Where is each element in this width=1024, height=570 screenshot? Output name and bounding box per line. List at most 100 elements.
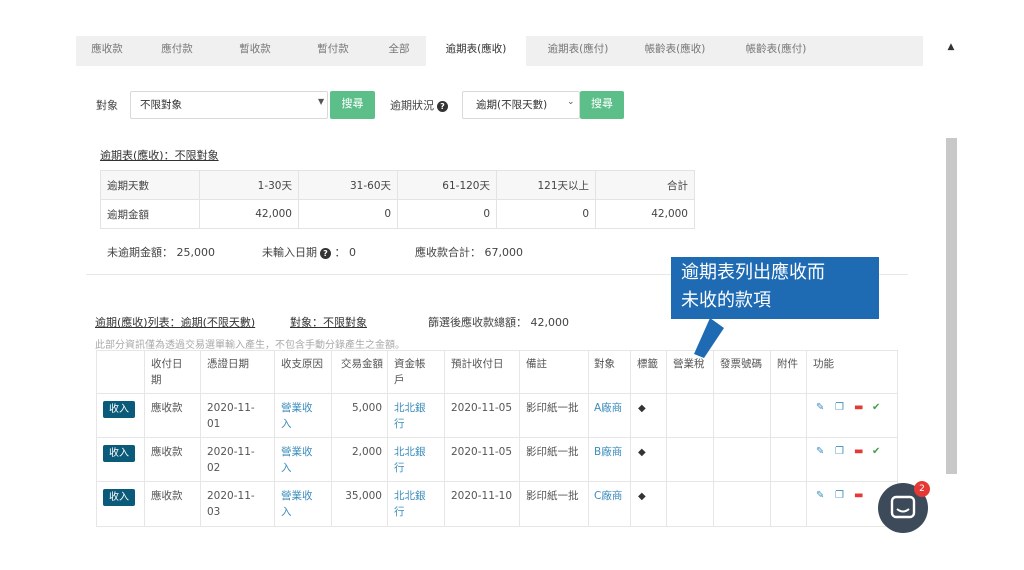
overdue-chevron-down-icon: ⌄ bbox=[567, 97, 575, 107]
question-circle-icon[interactable]: ? bbox=[320, 247, 331, 259]
summary-amount-cell: 42,000 bbox=[199, 199, 299, 229]
edit-icon[interactable]: ✎ bbox=[816, 402, 824, 414]
overdue-status-label: 逾期狀況? bbox=[390, 97, 448, 113]
row-target-link[interactable]: C廠商 bbox=[594, 488, 622, 504]
table-row[interactable]: 收入 應收款 2020-11-03 營業收入 35,000 北北銀行 2020-… bbox=[96, 481, 898, 527]
summary-amount-cell: 0 bbox=[298, 199, 398, 229]
target-label: 對象 bbox=[96, 99, 118, 112]
chat-unread-badge: 2 bbox=[914, 481, 930, 497]
summary-header-cell: 31-60天 bbox=[298, 170, 398, 200]
row-expected-date: 2020-11-05 bbox=[451, 446, 513, 458]
row-type: 應收款 bbox=[151, 490, 183, 502]
copy-icon[interactable]: ❐ bbox=[835, 490, 844, 502]
row-reason-link[interactable]: 營業收入 bbox=[281, 400, 321, 432]
summary-amount-row: 逾期金額 42,000 0 0 0 42,000 bbox=[100, 199, 695, 229]
row-account-link[interactable]: 北北銀行 bbox=[394, 400, 426, 432]
no-date-label: 未輸入日期 bbox=[262, 246, 317, 259]
column-header: 資金帳戶 bbox=[394, 358, 426, 386]
tab-temp-paid[interactable]: 暫付款 bbox=[294, 36, 372, 66]
receivable-total: 應收款合計： 67,000 bbox=[415, 246, 523, 259]
table-row[interactable]: 收入 應收款 2020-11-02 營業收入 2,000 北北銀行 2020-1… bbox=[96, 437, 898, 482]
column-header: 憑證日期 bbox=[207, 358, 249, 370]
column-header: 發票號碼 bbox=[720, 358, 762, 370]
table-row[interactable]: 收入 應收款 2020-11-01 營業收入 5,000 北北銀行 2020-1… bbox=[96, 393, 898, 438]
annotation-callout: 逾期表列出應收而 未收的款項 bbox=[671, 257, 879, 319]
row-type: 應收款 bbox=[151, 402, 183, 414]
tag-icon[interactable]: ◆ bbox=[638, 491, 646, 503]
summary-amount-cell: 42,000 bbox=[595, 199, 695, 229]
column-header: 功能 bbox=[813, 358, 834, 370]
target-select-value: 不限對象 bbox=[140, 99, 182, 111]
table-header-row: 收付日期 憑證日期 收支原因 交易金額 資金帳戶 預計收付日 備註 對象 標籤 … bbox=[96, 350, 898, 394]
question-circle-icon[interactable]: ? bbox=[437, 100, 448, 112]
no-date-value: ： 0 bbox=[334, 246, 357, 259]
overdue-status-text: 逾期狀況 bbox=[390, 99, 434, 112]
overdue-status-select[interactable]: 逾期(不限天數) bbox=[462, 91, 580, 119]
summary-amount-cell: 0 bbox=[397, 199, 497, 229]
row-voucher-date: 2020-11-03 bbox=[207, 490, 255, 518]
row-reason-link[interactable]: 營業收入 bbox=[281, 444, 321, 476]
column-header: 標籤 bbox=[637, 358, 658, 370]
summary-amount-cell: 0 bbox=[496, 199, 596, 229]
target-search-button[interactable]: 搜尋 bbox=[330, 91, 375, 119]
tab-bar: 應收款 應付款 暫收款 暫付款 全部 逾期表(應收) 逾期表(應付) 帳齡表(應… bbox=[76, 36, 923, 66]
summary-header-cell: 61-120天 bbox=[397, 170, 497, 200]
income-badge: 收入 bbox=[103, 401, 135, 418]
callout-arrow-icon bbox=[694, 318, 724, 358]
overdue-status-value: 逾期(不限天數) bbox=[476, 99, 548, 111]
row-target-link[interactable]: B廠商 bbox=[594, 444, 622, 460]
callout-line-1: 逾期表列出應收而 bbox=[681, 262, 825, 283]
column-header: 備註 bbox=[526, 358, 547, 370]
summary-header-cell: 1-30天 bbox=[199, 170, 299, 200]
tab-all[interactable]: 全部 bbox=[372, 36, 426, 66]
check-circle-icon[interactable]: ✔ bbox=[872, 446, 880, 458]
overdue-search-button[interactable]: 搜尋 bbox=[580, 91, 624, 119]
scroll-up-arrow-icon[interactable]: ▲ bbox=[945, 42, 957, 52]
tab-aging-receivable[interactable]: 帳齡表(應收) bbox=[630, 36, 720, 66]
tab-overdue-payable[interactable]: 逾期表(應付) bbox=[526, 36, 630, 66]
not-overdue-amount: 未逾期金額： 25,000 bbox=[107, 246, 215, 259]
tab-aging-payable[interactable]: 帳齡表(應付) bbox=[720, 36, 832, 66]
trash-icon[interactable]: ▬ bbox=[854, 446, 863, 458]
column-header: 收支原因 bbox=[281, 358, 323, 370]
summary-header-row: 逾期天數 1-30天 31-60天 61-120天 121天以上 合計 bbox=[100, 170, 695, 200]
tab-overdue-receivable[interactable]: 逾期表(應收) bbox=[426, 36, 526, 66]
target-select[interactable]: 不限對象 bbox=[130, 91, 328, 119]
list-title: 逾期(應收)列表：逾期(不限天數) bbox=[95, 316, 256, 329]
row-amount: 2,000 bbox=[351, 446, 382, 458]
check-circle-icon[interactable]: ✔ bbox=[872, 402, 880, 414]
row-voucher-date: 2020-11-02 bbox=[207, 446, 255, 474]
copy-icon[interactable]: ❐ bbox=[835, 402, 844, 414]
callout-line-2: 未收的款項 bbox=[681, 290, 771, 311]
list-note: 此部分資訊僅為透過交易選單輸入產生，不包含手動分錄產生之金額。 bbox=[95, 340, 405, 351]
copy-icon[interactable]: ❐ bbox=[835, 446, 844, 458]
scrollbar-thumb[interactable] bbox=[946, 138, 957, 474]
filtered-total: 篩選後應收款總額： 42,000 bbox=[428, 316, 569, 329]
column-header: 對象 bbox=[594, 358, 615, 370]
tab-temp-received[interactable]: 暫收款 bbox=[216, 36, 294, 66]
row-expected-date: 2020-11-05 bbox=[451, 402, 513, 414]
tab-receivable[interactable]: 應收款 bbox=[76, 36, 138, 66]
edit-icon[interactable]: ✎ bbox=[816, 446, 824, 458]
summary-amount-cell: 逾期金額 bbox=[100, 199, 200, 229]
column-header: 附件 bbox=[777, 358, 798, 370]
tab-payable[interactable]: 應付款 bbox=[138, 36, 216, 66]
income-badge: 收入 bbox=[103, 489, 135, 506]
row-account-link[interactable]: 北北銀行 bbox=[394, 444, 426, 476]
row-reason-link[interactable]: 營業收入 bbox=[281, 488, 321, 520]
row-account-link[interactable]: 北北銀行 bbox=[394, 488, 426, 520]
row-voucher-date: 2020-11-01 bbox=[207, 402, 255, 430]
edit-icon[interactable]: ✎ bbox=[816, 490, 824, 502]
trash-icon[interactable]: ▬ bbox=[854, 490, 863, 502]
summary-title: 逾期表(應收)：不限對象 bbox=[100, 149, 219, 162]
tag-icon[interactable]: ◆ bbox=[638, 403, 646, 415]
summary-header-cell: 逾期天數 bbox=[100, 170, 200, 200]
column-header: 預計收付日 bbox=[451, 358, 504, 370]
tag-icon[interactable]: ◆ bbox=[638, 447, 646, 459]
target-caret-icon: ▼ bbox=[318, 97, 325, 106]
row-target-link[interactable]: A廠商 bbox=[594, 400, 622, 416]
column-header: 交易金額 bbox=[341, 358, 383, 370]
overdue-summary-table: 逾期天數 1-30天 31-60天 61-120天 121天以上 合計 逾期金額… bbox=[100, 170, 695, 229]
trash-icon[interactable]: ▬ bbox=[854, 402, 863, 414]
summary-header-cell: 121天以上 bbox=[496, 170, 596, 200]
